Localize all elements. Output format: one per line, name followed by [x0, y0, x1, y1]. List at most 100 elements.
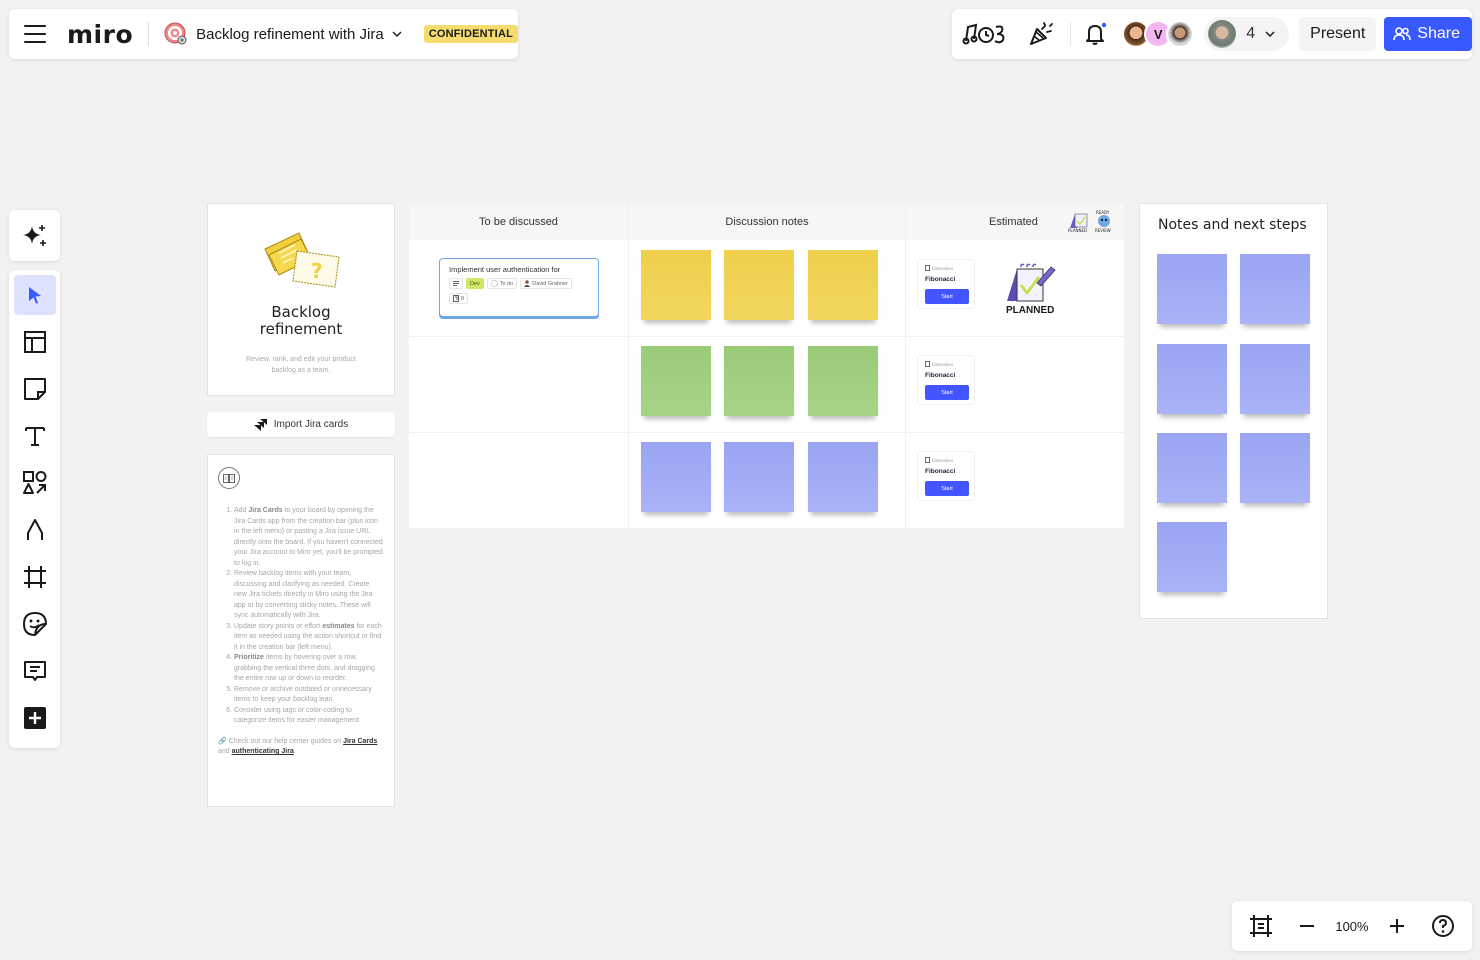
planned-sticker-icon[interactable]: PLANNED: [1003, 261, 1059, 317]
sticky-note[interactable]: [724, 250, 794, 320]
fit-to-screen-button[interactable]: [1243, 908, 1279, 944]
zoom-level[interactable]: 100%: [1335, 919, 1368, 934]
active-collaborators[interactable]: V: [1122, 20, 1195, 48]
avatar[interactable]: [1166, 20, 1195, 48]
jira-card[interactable]: Implement user authentication for Dev To…: [439, 258, 599, 317]
sticky-note[interactable]: [1157, 522, 1227, 592]
sticky-note[interactable]: [1157, 433, 1227, 503]
tag-chip[interactable]: Dev: [466, 278, 484, 289]
estimation-card[interactable]: Estimation Fibonacci Start: [917, 355, 975, 405]
template-icon: [23, 331, 46, 353]
svg-text:READY: READY: [1096, 210, 1110, 215]
intro-title-line: Backlog: [271, 303, 331, 321]
row-divider: [409, 432, 1124, 433]
estimation-label-text: Estimation: [932, 361, 954, 367]
chevron-down-icon[interactable]: [392, 29, 402, 39]
tool-frame[interactable]: [14, 557, 56, 597]
intro-card[interactable]: ? Backlog refinement Review, rank, and e…: [207, 203, 395, 396]
notifications-button[interactable]: [1077, 17, 1117, 51]
tool-select[interactable]: [13, 275, 56, 315]
tool-text[interactable]: [14, 416, 56, 456]
book-icon: [218, 467, 240, 489]
ai-assist-button[interactable]: [9, 210, 60, 261]
status-label: To do: [499, 280, 514, 287]
sticky-note[interactable]: [641, 442, 711, 512]
jira-cards-link[interactable]: Jira Cards: [343, 738, 377, 745]
tool-templates[interactable]: [14, 322, 56, 362]
start-estimation-button[interactable]: Start: [925, 289, 969, 304]
collaborator-count: 4: [1246, 25, 1256, 42]
column-header-to-be-discussed[interactable]: To be discussed: [409, 203, 628, 240]
sticky-note[interactable]: [641, 250, 711, 320]
celebrate-button[interactable]: [1018, 17, 1064, 51]
estimation-label: Estimation: [925, 457, 974, 463]
estimation-scale: Fibonacci: [925, 372, 956, 379]
sticky-note[interactable]: [808, 250, 878, 320]
sticky-note[interactable]: [1157, 344, 1227, 414]
intro-title: Backlog refinement: [208, 304, 394, 338]
jira-icon: [253, 418, 267, 431]
board-target-icon: [164, 22, 187, 45]
planned-sticker-icon[interactable]: PLANNED: [1067, 210, 1089, 232]
instruction-item: Update story points or effort estimates …: [234, 622, 384, 654]
tool-sticky-note[interactable]: [14, 369, 56, 409]
estimation-card[interactable]: Estimation Fibonacci Start: [917, 259, 975, 309]
assignee-chip[interactable]: David Grabner: [520, 278, 573, 289]
backlog-table: To be discussed Discussion notes Estimat…: [409, 203, 1124, 528]
confidential-badge[interactable]: CONFIDENTIAL: [423, 25, 519, 43]
estimation-label: Estimation: [925, 265, 974, 271]
cursor-icon: [28, 287, 41, 304]
tool-comment[interactable]: [14, 651, 56, 691]
column-header-label: Estimated: [989, 215, 1038, 228]
estimation-label-text: Estimation: [932, 265, 954, 271]
import-jira-cards-button[interactable]: Import Jira cards: [207, 412, 395, 437]
assignee-name: David Grabner: [532, 280, 569, 287]
sticky-note[interactable]: [724, 442, 794, 512]
present-button[interactable]: Present: [1299, 17, 1377, 51]
tool-pen[interactable]: [14, 510, 56, 550]
description-icon[interactable]: [449, 278, 463, 289]
start-estimation-button[interactable]: Start: [925, 481, 969, 496]
estimation-label: Estimation: [925, 361, 974, 367]
miro-logo[interactable]: miro: [67, 20, 133, 49]
share-people-icon: [1393, 27, 1412, 41]
collaborators-dropdown[interactable]: 4: [1204, 17, 1290, 51]
sticky-note[interactable]: [1240, 344, 1310, 414]
sticky-note[interactable]: [1240, 433, 1310, 503]
column-header-estimated[interactable]: Estimated: [906, 203, 1124, 240]
status-chip[interactable]: To do: [486, 278, 518, 289]
zoom-out-button[interactable]: [1289, 908, 1325, 944]
music-timer-button[interactable]: [962, 17, 1008, 51]
row-divider: [409, 336, 1124, 337]
svg-text:?: ?: [311, 259, 323, 283]
planned-sticker-label: PLANNED: [1006, 305, 1054, 316]
start-estimation-button[interactable]: Start: [925, 385, 969, 400]
estimation-icon: [925, 457, 930, 463]
bell-icon: [1086, 22, 1107, 45]
story-points-chip[interactable]: 8: [449, 293, 469, 304]
sticky-note[interactable]: [641, 346, 711, 416]
zoom-in-button[interactable]: [1379, 908, 1415, 944]
authenticating-jira-link[interactable]: authenticating Jira: [232, 748, 294, 755]
menu-icon[interactable]: [24, 25, 46, 43]
sticky-note[interactable]: [808, 442, 878, 512]
divider: [148, 22, 150, 46]
instruction-text: Remove or archive outdated or unnecessar…: [234, 685, 372, 704]
board-title[interactable]: Backlog refinement with Jira: [196, 26, 384, 43]
share-button[interactable]: Share: [1384, 17, 1472, 51]
help-button[interactable]: [1425, 908, 1461, 944]
tool-stickers[interactable]: [14, 604, 56, 644]
estimation-card[interactable]: Estimation Fibonacci Start: [917, 451, 975, 501]
intro-title-line: refinement: [259, 320, 343, 338]
column-header-discussion-notes[interactable]: Discussion notes: [629, 203, 905, 240]
review-sticker-icon[interactable]: READY REVIEW: [1094, 209, 1114, 233]
sticky-note[interactable]: [1157, 254, 1227, 324]
sticky-note[interactable]: [808, 346, 878, 416]
sticky-note[interactable]: [1240, 254, 1310, 324]
notes-card[interactable]: Notes and next steps: [1139, 203, 1328, 619]
tool-shapes[interactable]: [14, 463, 56, 503]
instruction-emphasis: Prioritize: [234, 654, 264, 661]
instructions-card[interactable]: Add Jira Cards to your board by opening …: [207, 454, 395, 807]
tool-more-apps[interactable]: [14, 698, 56, 738]
sticky-note[interactable]: [724, 346, 794, 416]
